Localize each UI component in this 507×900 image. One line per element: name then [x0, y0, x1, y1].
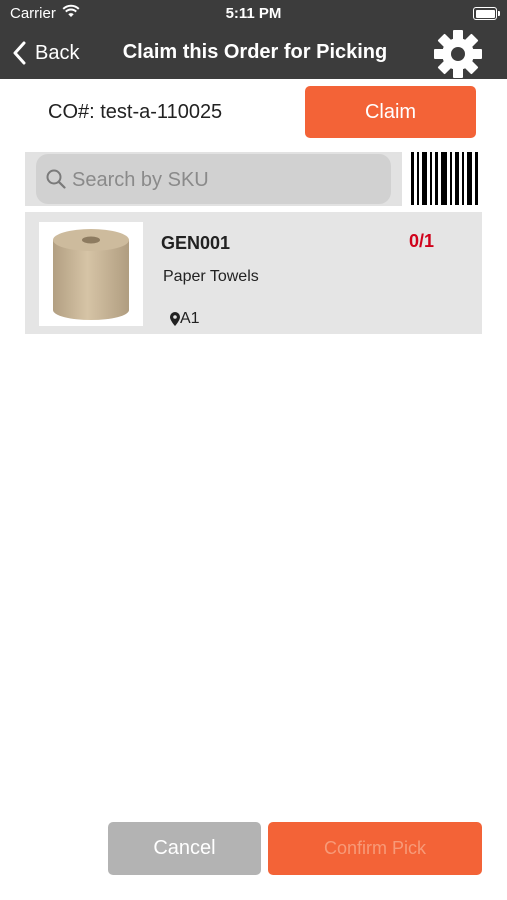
gear-icon[interactable] [433, 29, 483, 79]
search-bar [25, 152, 402, 206]
cancel-button[interactable]: Cancel [108, 822, 261, 875]
search-field[interactable] [36, 154, 391, 206]
page-title: Claim this Order for Picking [122, 41, 388, 63]
order-number-label: CO#: [48, 101, 95, 123]
paper-towel-roll-image [53, 229, 129, 320]
confirm-pick-button[interactable]: Confirm Pick [268, 822, 482, 875]
nav-bar: Carrier 5:11 PM Back Claim this Order fo… [0, 0, 507, 79]
barcode-icon[interactable] [410, 152, 481, 205]
location-pin-icon [170, 312, 180, 326]
status-bar: Carrier 5:11 PM [0, 0, 507, 28]
item-picked-count: 0/1 [409, 231, 435, 251]
list-item[interactable]: GEN001 Paper Towels A1 0/1 [25, 212, 482, 334]
order-number-value: test-a-110025 [100, 101, 223, 123]
claim-button[interactable]: Claim [305, 86, 476, 138]
battery-icon [473, 7, 500, 20]
back-label: Back [35, 41, 80, 64]
chevron-left-icon [13, 41, 26, 65]
item-location: A1 [170, 310, 200, 328]
item-location-label: A1 [180, 310, 200, 327]
search-input[interactable] [70, 154, 384, 206]
item-name: Paper Towels [163, 268, 259, 285]
status-time: 5:11 PM [225, 5, 282, 22]
search-icon [46, 169, 66, 189]
order-number: CO#: test-a-110025 [48, 101, 222, 124]
back-button[interactable]: Back [12, 38, 79, 68]
product-image [39, 222, 143, 326]
item-sku: GEN001 [161, 233, 231, 253]
